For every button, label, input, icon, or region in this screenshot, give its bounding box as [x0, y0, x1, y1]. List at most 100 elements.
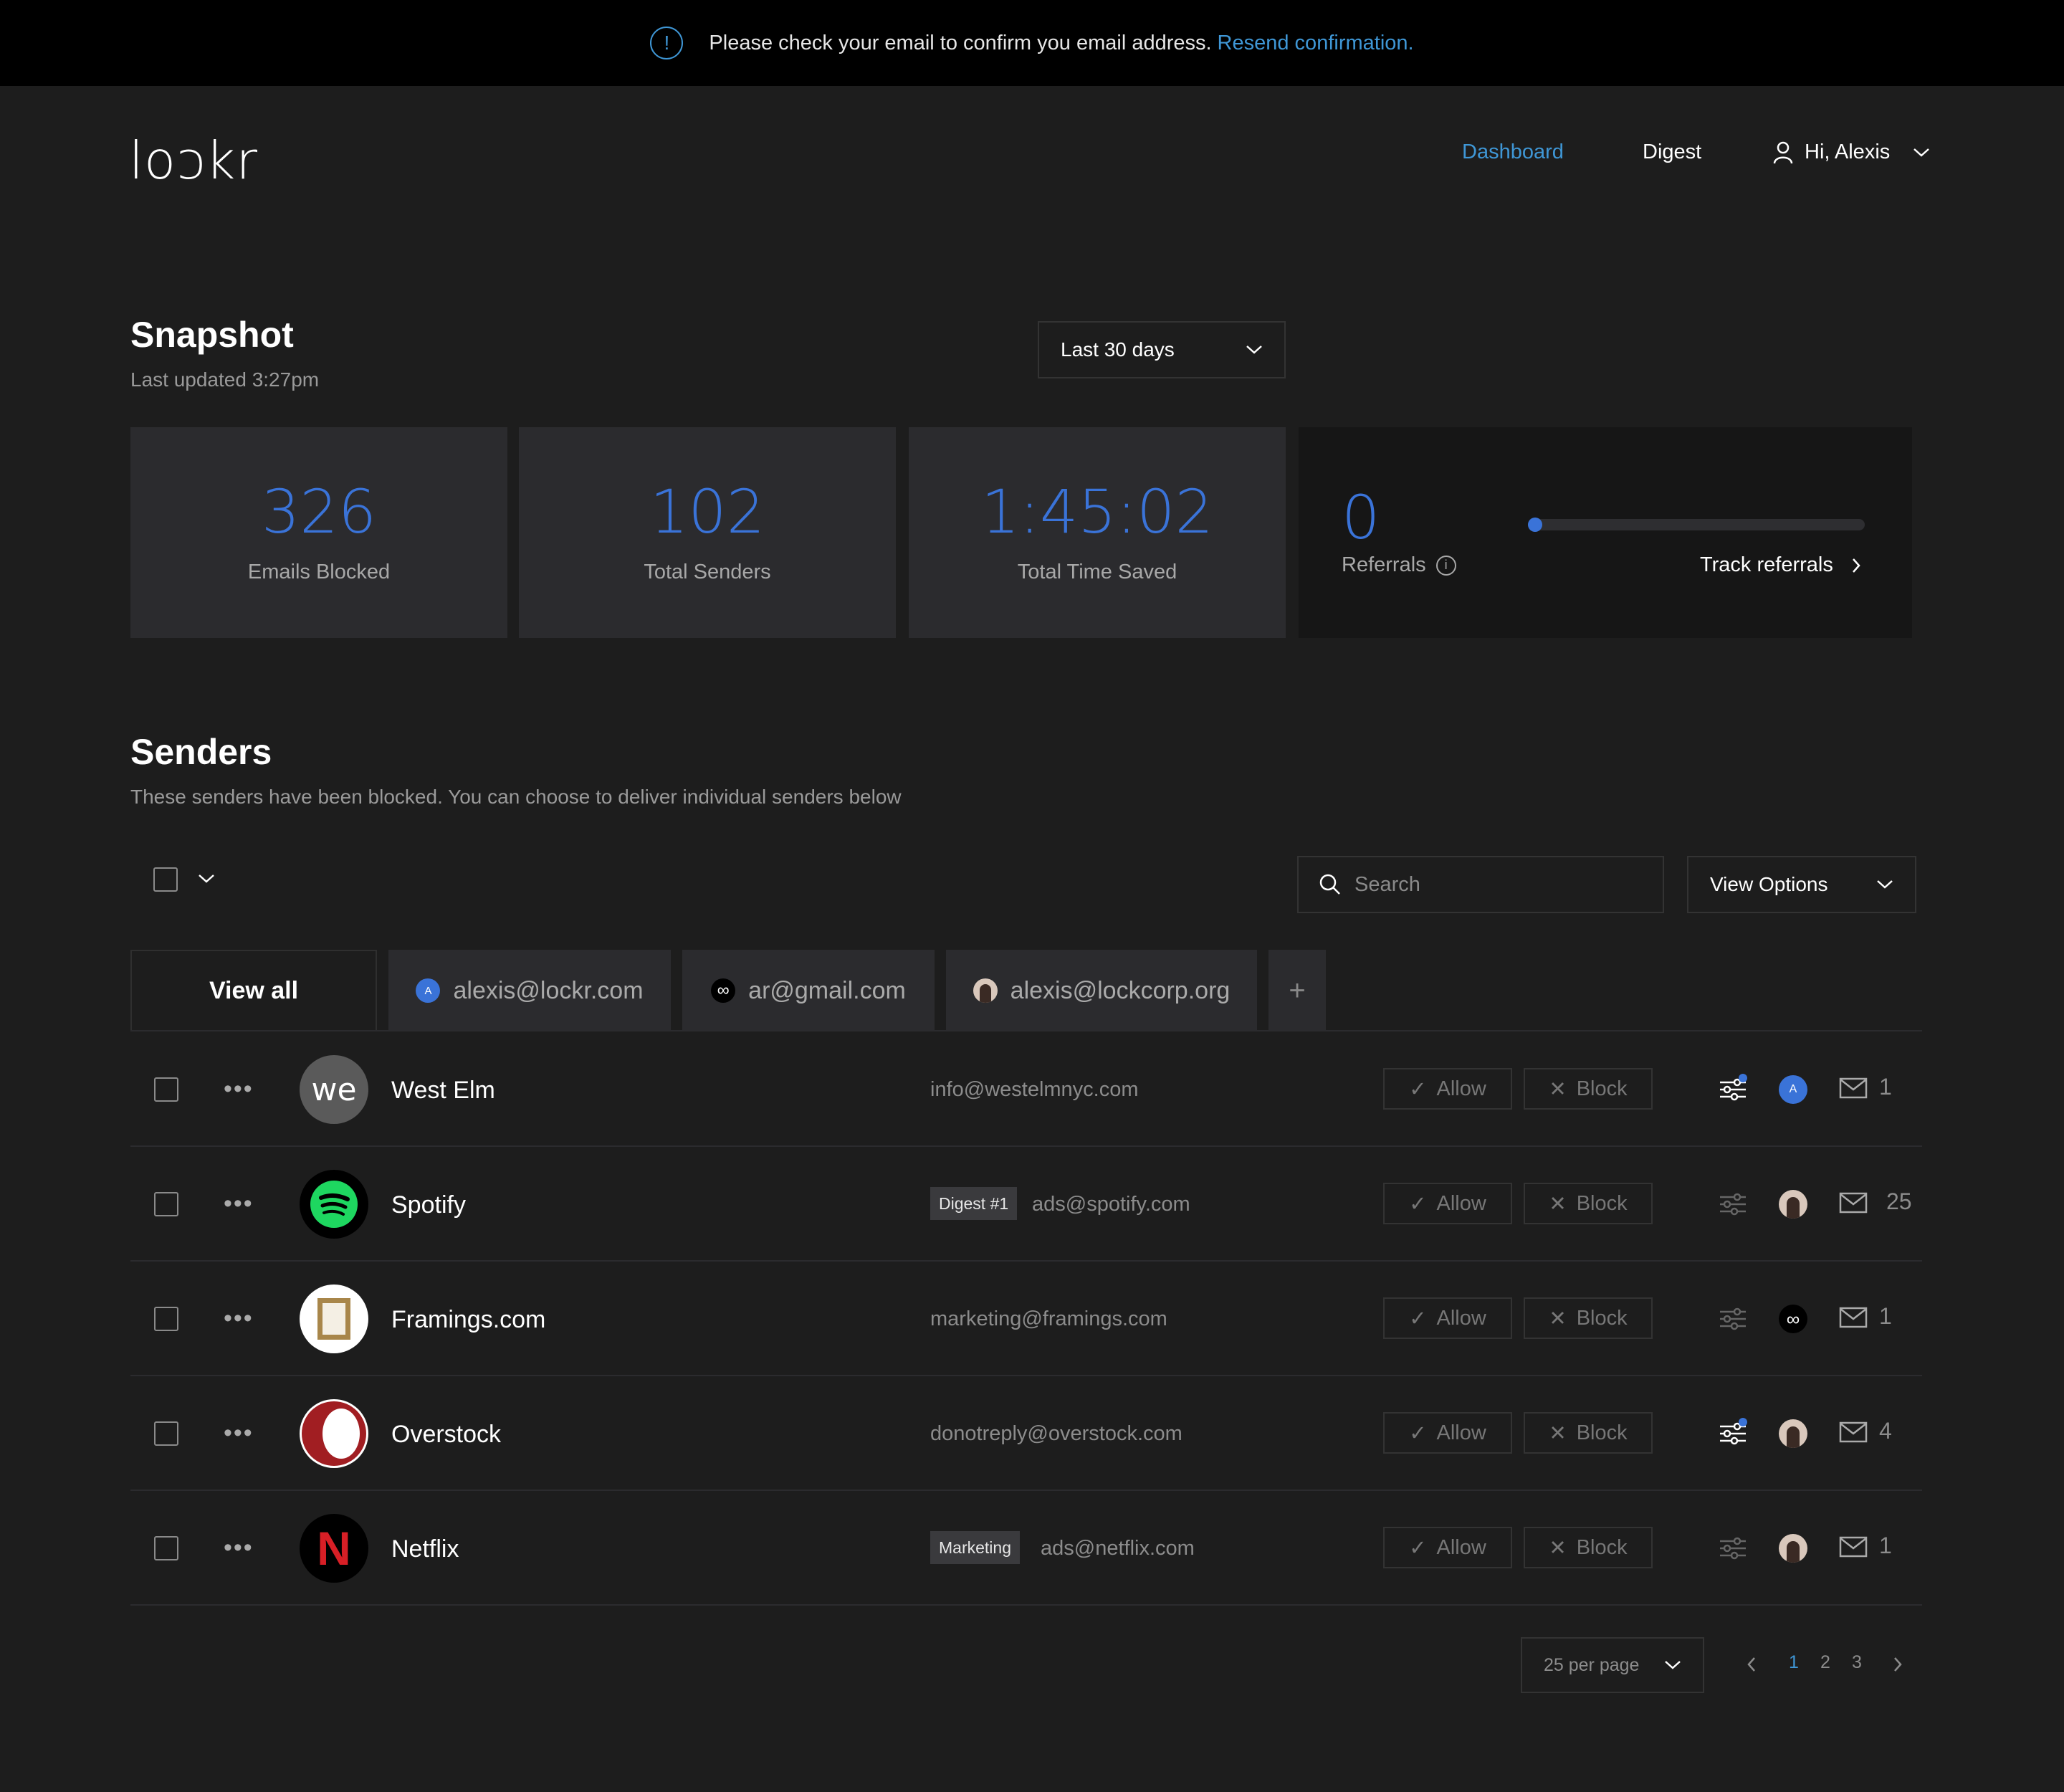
filter-settings-icon[interactable]	[1717, 1533, 1749, 1564]
stat-label: Emails Blocked	[247, 560, 391, 583]
resend-confirmation-link[interactable]: Resend confirmation.	[1218, 32, 1414, 55]
search-icon	[1319, 874, 1340, 895]
tab-label: alexis@lockr.com	[453, 976, 644, 1004]
block-button[interactable]: ✕ Block	[1524, 1297, 1653, 1339]
check-icon: ✓	[1409, 1077, 1427, 1101]
stat-label: Total Senders	[644, 560, 771, 583]
row-checkbox[interactable]	[154, 1192, 178, 1216]
block-label: Block	[1576, 1535, 1628, 1559]
stat-value: 326	[261, 476, 377, 547]
allow-button[interactable]: ✓ Allow	[1383, 1068, 1512, 1110]
row-checkbox[interactable]	[154, 1077, 178, 1102]
tab-alexis-lockr[interactable]: A alexis@lockr.com	[388, 950, 671, 1031]
sender-name: Framings.com	[391, 1306, 546, 1333]
last-updated: Last updated 3:27pm	[130, 368, 320, 391]
track-referrals-label: Track referrals	[1700, 553, 1833, 576]
block-button[interactable]: ✕ Block	[1524, 1068, 1653, 1110]
referrals-progress-fill	[1528, 518, 1542, 532]
more-options-icon[interactable]: •••	[224, 1534, 254, 1562]
lockr-logo[interactable]: lockr	[129, 130, 258, 191]
stat-time-saved: 1:45:02 Total Time Saved	[909, 427, 1286, 638]
user-photo-icon	[1779, 1190, 1807, 1219]
nav-digest[interactable]: Digest	[1643, 140, 1701, 164]
chevron-down-icon	[1914, 148, 1930, 157]
sender-email: donotreply@overstock.com	[930, 1422, 1182, 1445]
close-icon: ✕	[1549, 1421, 1567, 1445]
tab-label: alexis@lockcorp.org	[1010, 976, 1231, 1004]
allow-button[interactable]: ✓ Allow	[1383, 1183, 1512, 1224]
tab-view-all[interactable]: View all	[130, 950, 377, 1031]
block-button[interactable]: ✕ Block	[1524, 1527, 1653, 1568]
nav-dashboard[interactable]: Dashboard	[1462, 140, 1564, 164]
view-options-select[interactable]: View Options	[1687, 856, 1916, 913]
block-button[interactable]: ✕ Block	[1524, 1183, 1653, 1224]
user-icon	[1773, 141, 1793, 163]
user-menu[interactable]: Hi, Alexis	[1773, 140, 1930, 164]
email-count: 1	[1879, 1074, 1892, 1100]
page-3[interactable]: 3	[1852, 1652, 1862, 1673]
date-range-select[interactable]: Last 30 days	[1038, 321, 1286, 378]
allow-button[interactable]: ✓ Allow	[1383, 1297, 1512, 1339]
chevron-right-icon	[1852, 558, 1860, 573]
info-icon[interactable]: i	[1435, 555, 1456, 576]
account-tabs: View all A alexis@lockr.com ∞ ar@gmail.c…	[130, 950, 1337, 1031]
user-greeting: Hi, Alexis	[1805, 140, 1891, 163]
block-label: Block	[1576, 1077, 1628, 1100]
allow-label: Allow	[1436, 1535, 1486, 1559]
more-options-icon[interactable]: •••	[224, 1190, 254, 1218]
select-all-checkbox[interactable]	[153, 867, 178, 892]
stat-total-senders: 102 Total Senders	[519, 427, 896, 638]
netflix-logo: N	[300, 1514, 368, 1583]
sender-row: ••• Spotify Digest #1 ads@spotify.com ✓ Allow…	[130, 1147, 1922, 1262]
tab-ar-gmail[interactable]: ∞ ar@gmail.com	[682, 950, 935, 1031]
referrals-value: 0	[1342, 482, 1380, 553]
email-count: 1	[1879, 1533, 1892, 1558]
allow-button[interactable]: ✓ Allow	[1383, 1412, 1512, 1454]
row-checkbox[interactable]	[154, 1421, 178, 1446]
page-1[interactable]: 1	[1789, 1652, 1799, 1673]
sender-tag: Digest #1	[930, 1187, 1018, 1220]
westelm-logo: we	[300, 1055, 368, 1124]
row-checkbox[interactable]	[154, 1536, 178, 1560]
filter-settings-icon[interactable]	[1717, 1303, 1749, 1335]
sender-name: Spotify	[391, 1191, 466, 1219]
sender-email: info@westelmnyc.com	[930, 1078, 1139, 1101]
track-referrals-link[interactable]: Track referrals	[1700, 553, 1862, 577]
confirmation-banner: ! Please check your email to confirm you…	[0, 0, 2064, 86]
mail-icon	[1839, 1077, 1868, 1099]
sender-name: West Elm	[391, 1077, 495, 1104]
infinity-icon: ∞	[1779, 1305, 1807, 1333]
per-page-select[interactable]: 25 per page	[1521, 1637, 1704, 1693]
user-photo-icon	[973, 978, 998, 1003]
user-photo-icon	[1779, 1419, 1807, 1448]
check-icon: ✓	[1409, 1307, 1427, 1330]
next-page-icon[interactable]	[1892, 1656, 1903, 1673]
close-icon: ✕	[1549, 1077, 1567, 1101]
filter-settings-icon[interactable]	[1717, 1418, 1749, 1449]
close-icon: ✕	[1549, 1536, 1567, 1560]
chevron-down-icon	[1877, 880, 1893, 889]
add-account-button[interactable]: +	[1268, 950, 1326, 1031]
row-checkbox[interactable]	[154, 1307, 178, 1331]
mail-icon	[1839, 1307, 1868, 1328]
more-options-icon[interactable]: •••	[224, 1305, 254, 1333]
tab-alexis-lockcorp[interactable]: alexis@lockcorp.org	[946, 950, 1257, 1031]
filter-settings-icon[interactable]	[1717, 1188, 1749, 1220]
check-icon: ✓	[1409, 1421, 1427, 1445]
block-button[interactable]: ✕ Block	[1524, 1412, 1653, 1454]
chevron-down-icon[interactable]	[198, 873, 215, 885]
banner-message: Please check your email to confirm you e…	[709, 31, 1212, 54]
sender-tag: Marketing	[930, 1531, 1020, 1564]
filter-settings-icon[interactable]	[1717, 1074, 1749, 1105]
date-range-value: Last 30 days	[1061, 338, 1175, 361]
search-input[interactable]: Search	[1297, 856, 1664, 913]
allow-button[interactable]: ✓ Allow	[1383, 1527, 1512, 1568]
block-label: Block	[1576, 1306, 1628, 1330]
stat-label: Total Time Saved	[1017, 560, 1177, 583]
prev-page-icon[interactable]	[1746, 1656, 1757, 1673]
mail-icon	[1839, 1192, 1868, 1214]
page-2[interactable]: 2	[1820, 1652, 1830, 1673]
more-options-icon[interactable]: •••	[224, 1075, 254, 1103]
close-icon: ✕	[1549, 1192, 1567, 1216]
more-options-icon[interactable]: •••	[224, 1419, 254, 1447]
